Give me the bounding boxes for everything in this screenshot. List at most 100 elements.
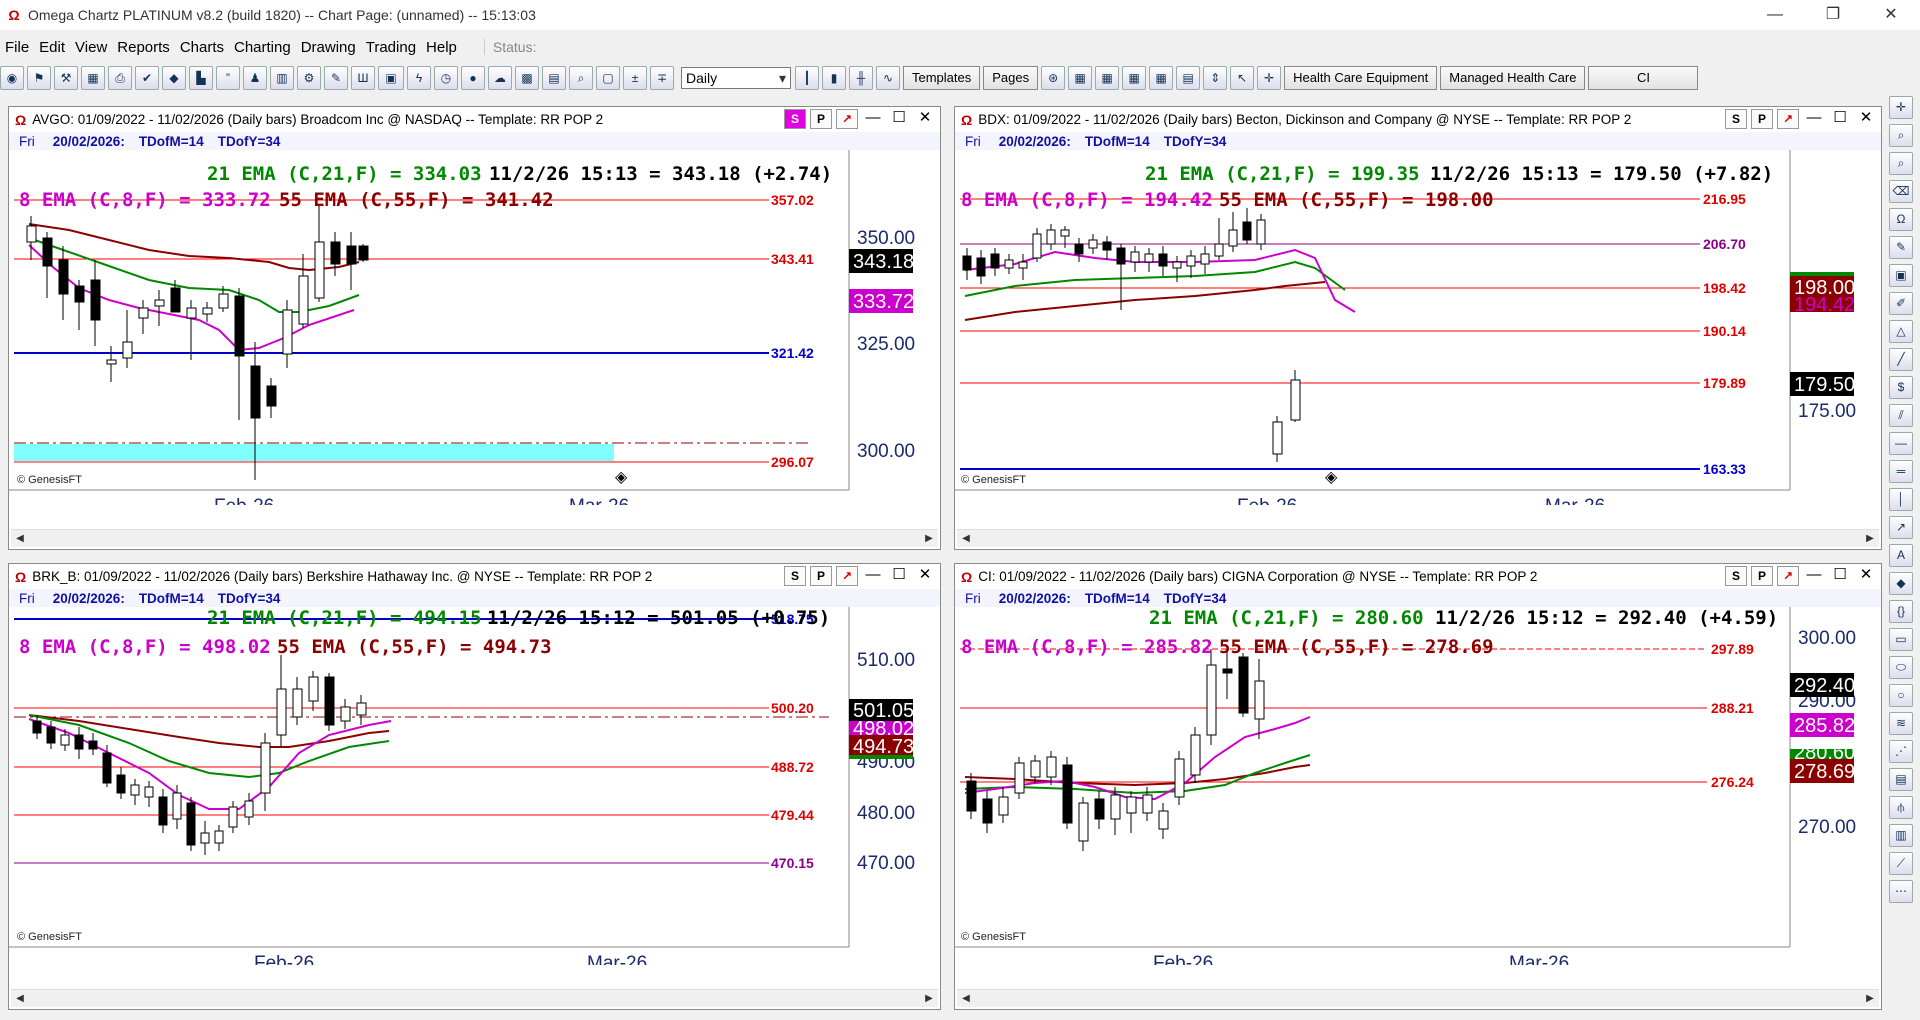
record-icon[interactable]: ● (461, 66, 485, 90)
templates-button[interactable]: Templates (903, 66, 981, 90)
maximize-icon[interactable]: ☐ (1829, 109, 1851, 129)
person-icon[interactable]: ♟ (243, 66, 267, 90)
horizontal-scrollbar[interactable]: ◀ ▶ (11, 989, 938, 1007)
pages-button[interactable]: Pages (983, 66, 1039, 90)
channel-icon[interactable]: ⫽ (1889, 404, 1913, 427)
quote-icon[interactable]: ” (216, 66, 240, 90)
s-button[interactable]: S (784, 109, 806, 129)
close-icon[interactable]: ✕ (914, 109, 936, 129)
price-chart[interactable]: 518.75 500.20 488.72 479.44 470.15 510.0… (9, 607, 940, 965)
scroll-right-icon[interactable]: ▶ (1861, 990, 1879, 1008)
shapes-icon[interactable]: ◆ (1889, 572, 1913, 595)
arrow-icon[interactable]: ↗ (1889, 516, 1913, 539)
price-chart[interactable]: 357.02 343.41 321.42 296.07 350.00 325.0… (9, 150, 940, 505)
close-icon[interactable]: ✕ (1855, 566, 1877, 586)
fibonacci-icon[interactable]: ≋ (1889, 712, 1913, 735)
trendline-icon[interactable]: ╱ (1889, 348, 1913, 371)
menu-trading[interactable]: Trading (361, 39, 421, 56)
hilo-style-icon[interactable]: ╫ (849, 66, 873, 90)
maximize-icon[interactable]: ☐ (888, 566, 910, 586)
minimize-icon[interactable]: — (1803, 566, 1825, 586)
menu-file[interactable]: File (0, 39, 34, 56)
cycle-icon[interactable]: ▥ (1889, 824, 1913, 847)
omega-icon[interactable]: Ω (1889, 208, 1913, 231)
add-indicator-icon[interactable]: ± (623, 66, 647, 90)
zoom-out-icon[interactable]: ⌕ (1889, 152, 1913, 175)
maximize-icon[interactable]: ☐ (1829, 566, 1851, 586)
chart-window-icon[interactable]: ▢ (596, 66, 620, 90)
period-select[interactable]: Daily (681, 67, 791, 89)
pencil-icon[interactable]: ✎ (324, 66, 348, 90)
scroll-right-icon[interactable]: ▶ (1861, 530, 1879, 548)
eraser-icon[interactable]: ⌫ (1889, 180, 1913, 203)
minimize-button[interactable]: — (1746, 0, 1804, 30)
cross-cursor-icon[interactable]: ✛ (1889, 96, 1913, 119)
workspace-icon[interactable]: ▣ (378, 66, 404, 90)
horizontal-scrollbar[interactable]: ◀ ▶ (957, 529, 1879, 547)
zoom-in-icon[interactable]: ⌕ (1889, 124, 1913, 147)
layout-1-icon[interactable]: ▦ (1068, 66, 1093, 90)
hline-icon[interactable]: — (1889, 432, 1913, 455)
horizontal-scrollbar[interactable]: ◀ ▶ (11, 529, 938, 547)
line-style-icon[interactable]: ∿ (876, 66, 900, 90)
popout-icon[interactable]: ↗ (1777, 109, 1799, 129)
fib-fan-icon[interactable]: ⋰ (1889, 740, 1913, 763)
brush-icon[interactable]: ⟋ (1889, 852, 1913, 875)
popout-icon[interactable]: ↗ (836, 566, 858, 586)
marker-icon[interactable]: ✐ (1889, 292, 1913, 315)
cloud-icon[interactable]: ☁ (488, 66, 512, 90)
s-button[interactable]: S (1725, 566, 1747, 586)
restore-button[interactable]: ❐ (1804, 0, 1862, 30)
menu-drawing[interactable]: Drawing (296, 39, 361, 56)
layout-2-icon[interactable]: ▦ (1095, 66, 1120, 90)
price-chart[interactable]: 216.95 206.70 198.42 190.14 179.89 163.3… (955, 150, 1881, 505)
grid-icon[interactable]: ▩ (515, 66, 539, 90)
print-icon[interactable]: ⎙ (108, 66, 132, 90)
settings-icon[interactable]: ⚙ (297, 66, 321, 90)
photo-icon[interactable]: ▣ (1889, 264, 1913, 287)
more-icon[interactable]: ⋯ (1889, 880, 1913, 903)
menu-charting[interactable]: Charting (229, 39, 296, 56)
minimize-icon[interactable]: — (862, 109, 884, 129)
menu-charts[interactable]: Charts (175, 39, 229, 56)
horizontal-scrollbar[interactable]: ◀ ▶ (957, 989, 1879, 1007)
layout-4-icon[interactable]: ▦ (1149, 66, 1174, 90)
pitchfork-icon[interactable]: ⫛ (1889, 796, 1913, 819)
bar-style-icon[interactable]: ┃ (795, 66, 819, 90)
health-care-equipment-button[interactable]: Health Care Equipment (1284, 66, 1438, 90)
candle-icon[interactable]: Ш (351, 66, 375, 90)
minimize-icon[interactable]: — (862, 566, 884, 586)
hline-2-icon[interactable]: ═ (1889, 460, 1913, 483)
close-icon[interactable]: ✕ (1855, 109, 1877, 129)
lightning-icon[interactable]: ϟ (407, 66, 431, 90)
traffic-light-icon[interactable]: ⚑ (27, 66, 51, 90)
scroll-right-icon[interactable]: ▶ (920, 990, 938, 1008)
network-icon[interactable]: ⊛ (1041, 66, 1066, 90)
scroll-left-icon[interactable]: ◀ (11, 990, 29, 1008)
menu-view[interactable]: View (70, 39, 112, 56)
p-button[interactable]: P (1751, 566, 1773, 586)
s-button[interactable]: S (1725, 109, 1747, 129)
globe-icon[interactable]: ◉ (0, 66, 24, 90)
pointer-icon[interactable]: ↖ (1230, 66, 1255, 90)
layout-5-icon[interactable]: ▤ (1176, 66, 1201, 90)
menu-edit[interactable]: Edit (34, 39, 70, 56)
vline-icon[interactable]: │ (1889, 488, 1913, 511)
menu-reports[interactable]: Reports (112, 39, 175, 56)
gann-icon[interactable]: ▤ (1889, 768, 1913, 791)
close-icon[interactable]: ✕ (914, 566, 936, 586)
circle-icon[interactable]: ○ (1889, 684, 1913, 707)
scroll-left-icon[interactable]: ◀ (957, 530, 975, 548)
warning-icon[interactable]: △ (1889, 320, 1913, 343)
scale-icon[interactable]: ⇕ (1203, 66, 1228, 90)
menu-help[interactable]: Help (421, 39, 462, 56)
scan-icon[interactable]: ▦ (81, 66, 105, 90)
magnify-icon[interactable]: ⌕ (569, 66, 593, 90)
layout-3-icon[interactable]: ▦ (1122, 66, 1147, 90)
bar-chart-icon[interactable]: ▥ (270, 66, 294, 90)
text-icon[interactable]: A (1889, 544, 1913, 567)
rectangle-icon[interactable]: ▭ (1889, 628, 1913, 651)
pen-icon[interactable]: ✎ (1889, 236, 1913, 259)
close-button[interactable]: ✕ (1862, 0, 1920, 30)
price-chart[interactable]: 297.89 288.21 276.24 300.00 290.00 270.0… (955, 607, 1881, 965)
